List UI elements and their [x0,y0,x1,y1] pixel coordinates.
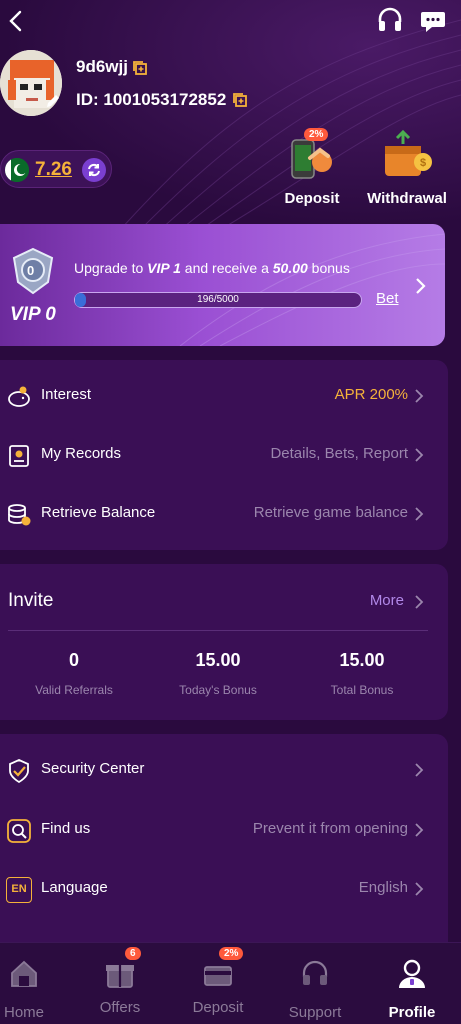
stat-label: Today's Bonus [179,683,257,697]
deposit-card-icon: 2% [201,947,244,991]
row-label: Language [41,879,108,896]
top-bar [0,0,461,44]
row-value: APR 200% [334,386,408,403]
bottom-navigation: Home 6 Offers 2% Deposit Support Profile [0,942,461,1024]
nav-home[interactable]: Home [0,957,64,1021]
nav-profile[interactable]: Profile [372,957,452,1021]
gift-icon: 6 [103,947,141,991]
divider [8,630,428,631]
shield-check-icon [9,759,29,784]
chevron-right-icon[interactable] [414,276,428,296]
chevron-right-icon [415,448,424,462]
nav-label: Offers [99,999,141,1016]
vip-progress-text: 196/5000 [197,294,239,305]
menu-row-interest[interactable]: Interest APR 200% [0,376,448,416]
invite-more-link[interactable]: More [370,592,404,609]
menu-row-my-records[interactable]: My Records Details, Bets, Report [0,435,448,475]
chevron-right-icon [415,763,424,777]
coins-stack-icon [8,504,31,526]
withdrawal-wallet-icon: $ [377,128,437,184]
offers-count-badge: 6 [125,947,141,960]
nav-offers[interactable]: 6 Offers [80,947,160,1016]
edit-avatar-icon[interactable] [44,92,62,110]
chevron-right-icon [415,507,424,521]
nav-label: Deposit [192,999,244,1016]
stat-value: 15.00 [339,650,385,670]
nav-support[interactable]: Support [275,957,355,1021]
stat-label: Valid Referrals [35,683,113,697]
withdrawal-action-label: Withdrawal [367,190,447,207]
row-label: My Records [41,445,122,462]
piggy-bank-icon [8,386,30,407]
row-label: Interest [41,386,92,403]
headset-icon[interactable] [376,6,404,34]
row-label: Retrieve Balance [41,504,156,521]
nav-label: Home [3,1004,44,1021]
refresh-balance-icon[interactable] [81,157,107,183]
vip-card-waves [179,233,445,346]
vip-upgrade-card[interactable]: 0 VIP 0 Upgrade to VIP 1 and receive a 5… [0,224,445,346]
account-menu-panel: Interest APR 200% My Records Details, Be… [0,360,448,550]
invite-title: Invite [8,590,54,611]
bet-link[interactable]: Bet [376,290,399,307]
language-en-icon: EN [6,877,32,903]
stat-valid-referrals: 0 Valid Referrals [4,650,144,697]
find-us-search-icon [7,819,31,843]
chevron-right-icon [415,882,424,896]
row-label: Find us [41,820,91,837]
menu-row-security-center[interactable]: Security Center [0,750,448,790]
vip-upgrade-text: Upgrade to VIP 1 and receive a 50.00 bon… [74,260,350,276]
deposit-action-label: Deposit [284,190,340,207]
chevron-right-icon [415,389,424,403]
vip-progress-bar: 196/5000 [74,292,362,308]
pakistan-flag-icon [5,158,29,182]
stat-total-bonus: 15.00 Total Bonus [292,650,432,697]
vip-level-label: VIP 0 [10,304,56,325]
menu-row-language[interactable]: EN Language English [0,869,448,909]
username: 9d6wjj [76,57,128,76]
menu-row-find-us[interactable]: Find us Prevent it from opening [0,810,448,850]
stat-value: 0 [68,650,79,670]
nav-deposit[interactable]: 2% Deposit [178,947,258,1016]
deposit-phone-icon: 2% [282,128,342,184]
user-id: ID: 1001053172852 [76,90,227,109]
records-icon [9,445,29,467]
invite-panel: Invite More 0 Valid Referrals 15.00 Toda… [0,564,448,720]
deposit-bonus-badge: 2% [219,947,244,960]
row-value: Retrieve game balance [253,504,408,521]
stat-value: 15.00 [195,650,241,670]
withdrawal-action[interactable]: $ Withdrawal [364,128,450,207]
copy-username-icon[interactable] [132,60,148,76]
chat-icon[interactable] [420,8,446,34]
nav-label: Profile [388,1004,436,1021]
chevron-right-icon [415,823,424,837]
svg-text:$: $ [420,157,426,169]
balance-pill: 7.26 [0,150,112,188]
deposit-action[interactable]: 2% Deposit [276,128,348,207]
vip-badge-number: 0 [27,263,35,278]
chevron-right-icon[interactable] [414,594,424,610]
nav-label: Support [288,1004,342,1021]
row-label: Security Center [41,760,145,777]
back-arrow-icon[interactable] [6,8,26,34]
support-icon [302,960,328,985]
row-value: Details, Bets, Report [270,445,408,462]
home-icon [11,960,37,987]
copy-id-icon[interactable] [232,92,248,108]
stat-todays-bonus: 15.00 Today's Bonus [148,650,288,697]
settings-menu-panel: Security Center Find us Prevent it from … [0,734,448,964]
row-value: Prevent it from opening [252,820,408,837]
profile-icon [399,959,425,988]
deposit-bonus-badge: 2% [304,128,329,141]
menu-row-retrieve-balance[interactable]: Retrieve Balance Retrieve game balance [0,494,448,534]
stat-label: Total Bonus [330,683,394,697]
row-value: English [358,879,408,896]
balance-amount: 7.26 [35,159,72,180]
